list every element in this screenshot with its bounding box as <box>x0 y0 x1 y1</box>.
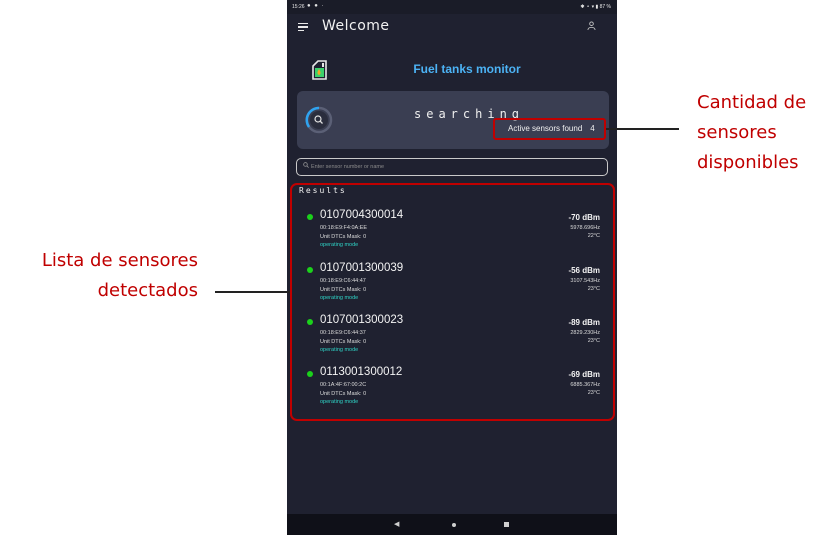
search-icon <box>303 162 309 170</box>
back-triangle-icon[interactable]: ◀ <box>394 520 399 528</box>
status-bar: 15:26 ● ● · ✱ ⚬ ▾ ▮ 87 % <box>287 0 617 14</box>
sensor-list-highlight <box>290 183 615 421</box>
annotation-line: disponibles <box>697 152 799 173</box>
page-title: Welcome <box>322 18 390 34</box>
annotation-line: detectados <box>97 280 198 301</box>
annotation-line: sensores <box>697 122 777 143</box>
home-circle-icon[interactable] <box>452 523 456 527</box>
search-input[interactable] <box>311 160 591 174</box>
annotation-available-sensors: Cantidad de sensores disponibles <box>697 88 806 178</box>
user-icon[interactable] <box>587 21 596 33</box>
search-spinner-button[interactable] <box>305 106 333 134</box>
callout-line-left <box>215 291 290 293</box>
annotation-line: Lista de sensores <box>41 250 198 271</box>
recent-square-icon[interactable] <box>504 522 509 527</box>
sensor-search-field[interactable] <box>296 158 608 176</box>
system-nav-bar: ◀ <box>287 514 617 535</box>
active-sensors-highlight <box>493 118 606 140</box>
annotation-detected-sensors: Lista de sensores detectados <box>0 246 198 306</box>
system-status-icons: ✱ ⚬ ▾ ▮ 87 % <box>580 4 611 10</box>
annotation-line: Cantidad de <box>697 92 807 113</box>
fuel-tank-icon <box>310 60 328 80</box>
hamburger-icon[interactable] <box>298 23 308 32</box>
callout-line-right <box>606 128 679 130</box>
status-time: 15:26 <box>292 4 305 10</box>
app-bar: Welcome <box>287 14 617 40</box>
notification-icons: ● ● · <box>307 3 325 9</box>
brand-name: Fuel tanks monitor <box>413 62 521 76</box>
